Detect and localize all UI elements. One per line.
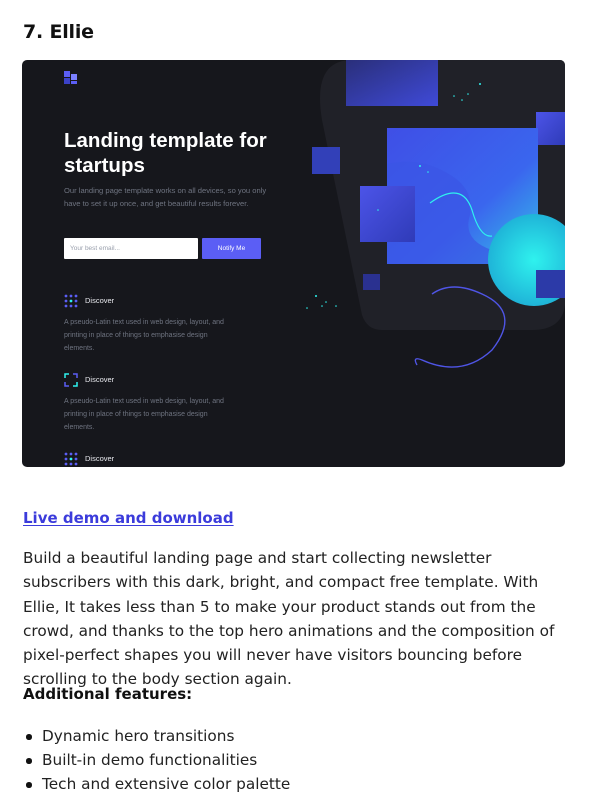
email-input[interactable] [64,238,198,259]
grid-dots-icon [64,452,78,466]
hero-subtitle: Our landing page template works on all d… [64,186,267,208]
feature-text: A pseudo-Latin text used in web design, … [64,319,224,353]
notify-me-button[interactable]: Notify Me [202,238,261,259]
article-description: Build a beautiful landing page and start… [23,549,555,689]
brand-logo-icon [64,71,77,84]
article-heading: 7. Ellie [23,21,94,43]
hero-title: Landing template for startups [64,129,267,177]
live-demo-link[interactable]: Live demo and download [23,509,234,527]
list-item: Dynamic hero transitions [23,724,290,748]
feature-title: Discover [85,375,115,384]
features-list: Dynamic hero transitions Built-in demo f… [23,724,290,797]
feature-title: Discover [85,454,115,463]
feature-title: Discover [85,296,115,305]
list-item: Tech and extensive color palette [23,772,290,796]
list-item: Built-in demo functionalities [23,748,290,772]
frame-corners-icon [64,373,78,387]
features-heading: Additional features: [23,685,193,703]
template-preview-image: Landing template for startups Our landin… [22,60,565,467]
grid-dots-icon [64,294,78,308]
feature-text: A pseudo-Latin text used in web design, … [64,398,224,432]
